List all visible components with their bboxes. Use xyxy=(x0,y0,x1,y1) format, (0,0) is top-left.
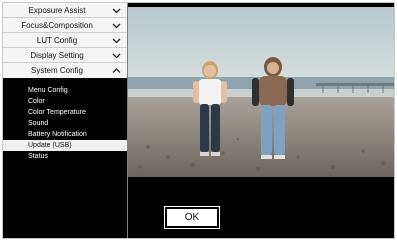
chevron-up-icon xyxy=(112,66,121,75)
camera-screen: Exposure Assist Focus&Composition LUT Co… xyxy=(2,2,395,239)
menu-item-system-config[interactable]: System Config xyxy=(3,63,127,78)
menu-item-lut-config[interactable]: LUT Config xyxy=(3,33,127,48)
system-config-submenu: Menu Config Color Color Temperature Soun… xyxy=(3,78,127,162)
chevron-down-icon xyxy=(112,21,121,30)
menu-item-display-setting[interactable]: Display Setting xyxy=(3,48,127,63)
menu-item-label: Display Setting xyxy=(30,50,84,60)
submenu-item-sound[interactable]: Sound xyxy=(3,118,127,129)
submenu-item-menu-config[interactable]: Menu Config xyxy=(3,85,127,96)
ok-button[interactable]: OK xyxy=(164,206,220,229)
chevron-down-icon xyxy=(112,6,121,15)
menu-item-label: System Config xyxy=(30,66,84,75)
camera-preview xyxy=(128,7,394,177)
submenu-item-status[interactable]: Status xyxy=(3,151,127,162)
menu-item-label: Exposure Assist xyxy=(28,5,86,15)
menu-categories: Exposure Assist Focus&Composition LUT Co… xyxy=(3,3,127,78)
menu-item-exposure-assist[interactable]: Exposure Assist xyxy=(3,3,127,18)
menu-item-label: LUT Config xyxy=(36,35,78,45)
submenu-item-color[interactable]: Color xyxy=(3,96,127,107)
menu-item-focus-composition[interactable]: Focus&Composition xyxy=(3,18,127,33)
chevron-down-icon xyxy=(112,51,121,60)
beach-photo xyxy=(128,7,394,177)
chevron-down-icon xyxy=(112,36,121,45)
menu-item-label: Focus&Composition xyxy=(21,20,93,30)
submenu-item-color-temperature[interactable]: Color Temperature xyxy=(3,107,127,118)
settings-menu: Exposure Assist Focus&Composition LUT Co… xyxy=(3,3,127,238)
submenu-item-update-usb[interactable]: Update (USB) xyxy=(3,140,127,151)
submenu-item-battery-notification[interactable]: Battery Notification xyxy=(3,129,127,140)
